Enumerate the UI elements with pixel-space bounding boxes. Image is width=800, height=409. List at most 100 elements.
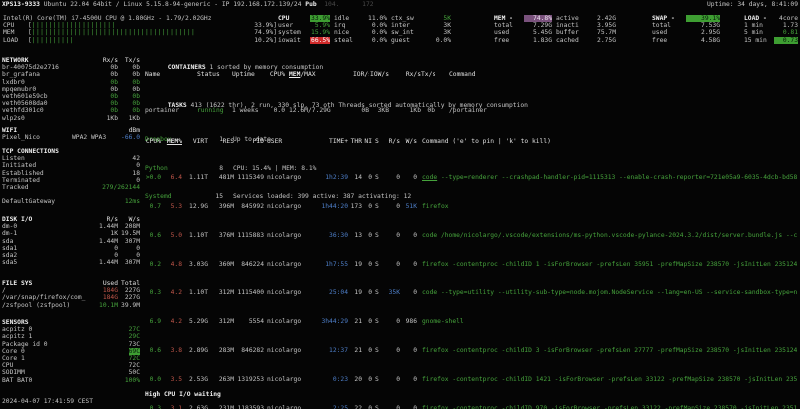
rx-text: 0b	[110, 93, 118, 100]
bar-percent-value: 33.9%	[254, 22, 273, 29]
tx-text: 0b	[132, 86, 140, 93]
disk-header: DISK I/O R/s W/s	[2, 216, 140, 223]
quicklook-panel: Intel(R) Core(TM) i7-4500U CPU @ 1.80GHz…	[3, 15, 277, 44]
sensors-title: SENSORS	[2, 319, 140, 326]
process-row: 0.6 3.8 2.89G 283M 846282 nicolargo 12:3…	[145, 347, 800, 354]
sensor-value: 69C	[94, 348, 140, 355]
rx-text: 0b	[110, 64, 118, 71]
col-tx: Tx/s	[421, 71, 435, 78]
uptime: Uptime: 34 days, 8:41:09	[707, 1, 798, 8]
rx-value: 0b	[90, 100, 118, 107]
cpu-model: Intel(R) Core(TM) i7-4500U CPU @ 1.80GHz…	[3, 15, 277, 22]
load-row: 15 min 0.73	[744, 37, 798, 44]
fs-used: 10.1M	[88, 302, 118, 309]
proc-nice: 0	[363, 232, 372, 239]
disk-row: dm-1 1K 19.5M	[2, 230, 140, 237]
proc-write: 0	[401, 347, 417, 354]
proc-user: nicolargo	[265, 261, 309, 268]
sensor-label: SODIMM	[2, 369, 94, 376]
sensor-label: Core 0	[2, 348, 94, 355]
tx-value: 0b	[118, 100, 140, 107]
quicklook-bars: CPU[||||||||||||||||||||33.9%] MEM[|||||…	[3, 22, 277, 44]
proc-virt: 3.03G	[183, 261, 208, 268]
proc-res: 283M	[209, 347, 234, 354]
public-ip-label: Pub	[305, 1, 316, 8]
tcp-value: 279/262144	[94, 184, 140, 191]
tcp-value: 18	[94, 170, 140, 177]
proc-pid: 845992	[235, 203, 264, 210]
fs-used-text: 184G	[103, 294, 118, 301]
cpu-stats-row: iowait 66.5% steal 0.0% guest 0.0%	[278, 37, 451, 44]
stat-label: idle	[334, 15, 361, 22]
proc-time: 1h44:20	[310, 203, 348, 210]
tx-text: 0b	[132, 79, 140, 86]
disk-rows: dm-0 1.44M 208M dm-1 1K 19.5M sda 1.44M …	[2, 223, 140, 266]
proc-command: code --type=utility --utility-sub-type=n…	[418, 289, 800, 296]
sensor-row: acpitz 0 27C	[2, 326, 140, 333]
proc-command-text: code /home/nicolargo/.vscode/extensions/…	[422, 232, 797, 239]
bar-label: MEM	[3, 29, 28, 36]
network-row: wlp2s0 1Kb 1Kb	[2, 115, 140, 122]
sensor-value-text: 73C	[129, 341, 140, 348]
network-row: vethfd301c0 0b 0b	[2, 107, 140, 114]
col-name: Name	[145, 71, 197, 78]
proc-nice: 0	[363, 174, 372, 181]
sensor-row: Core 0 69C	[2, 348, 140, 355]
proc-threads: 173	[349, 203, 362, 210]
stat-value: 33.9%	[310, 15, 330, 22]
disk-read: 0	[90, 245, 118, 252]
sensor-value: 100%	[94, 377, 140, 384]
tx-text: 0b	[132, 100, 140, 107]
network-row: mpqemubr0 0b 0b	[2, 86, 140, 93]
stat-value: 0.0%	[365, 29, 387, 36]
rx-text: 0b	[110, 79, 118, 86]
tcp-value: 0	[94, 162, 140, 169]
stat-label: LOAD -	[744, 15, 772, 22]
stat-value: 7.53G	[686, 22, 720, 29]
col-rx: Rx/s	[389, 71, 421, 78]
rx-text: 0b	[110, 107, 118, 114]
sensor-label: Package id 0	[2, 341, 94, 348]
sensor-value-text: 29C	[129, 333, 140, 340]
process-row: 0.3 4.2 1.10T 312M 1115400 nicolargo 25:…	[145, 289, 800, 296]
proc-user: nicolargo	[265, 347, 309, 354]
glances-terminal-window[interactable]: XPS13-9333 Ubuntu 22.04 64bit / Linux 5.…	[0, 0, 800, 409]
tx-value: 1Kb	[118, 115, 140, 122]
sensor-row: Package id 0 73C	[2, 341, 140, 348]
bar-percent: 10.2%]	[241, 37, 277, 44]
filesystem-panel: FILE SYS Used Total / 184G 227G /var/sna…	[2, 280, 140, 309]
proc-nice: 0	[363, 261, 372, 268]
col-command: Command	[435, 71, 800, 78]
proc-user: nicolargo	[265, 174, 309, 181]
disk-write: 19.5M	[118, 230, 140, 237]
stat-value: 4core	[774, 15, 798, 22]
stat-value: 2.42G	[588, 15, 616, 22]
tcp-title: TCP CONNECTIONS	[2, 148, 140, 155]
proc-state: S	[373, 232, 381, 239]
stat-value: 1.83G	[524, 37, 552, 44]
tcp-value-text: 0	[136, 177, 140, 184]
sensor-value: 73C	[94, 341, 140, 348]
stat-value: 3K	[425, 22, 451, 29]
stat-label: sw_int	[391, 29, 421, 36]
network-panel: NETWORK Rx/s Tx/s br-40075d2e2716 0b 0b …	[2, 57, 140, 122]
sensor-value: 50C	[94, 369, 140, 376]
proc-time: 3h44:29	[310, 318, 348, 325]
stat-label: inacti	[556, 22, 584, 29]
proc-res: 376M	[209, 232, 234, 239]
disk-write: 307M	[118, 238, 140, 245]
current-datetime: 2024-04-07 17:41:59 CEST	[2, 398, 93, 405]
col-mem-sort: MEM	[289, 71, 300, 78]
tcp-label: Listen	[2, 155, 94, 162]
sensor-row: acpitz 1 29C	[2, 333, 140, 340]
system-header: XPS13-9333 Ubuntu 22.04 64bit / Linux 5.…	[2, 1, 798, 8]
proc-state: S	[373, 347, 381, 354]
tcp-value: 42	[94, 155, 140, 162]
disk-read: 1K	[90, 230, 118, 237]
col-status: Status	[197, 71, 232, 78]
proc-state: S	[373, 289, 381, 296]
stat-label: user	[278, 22, 306, 29]
stat-value: 0.0%	[365, 22, 387, 29]
wifi-panel: WIFI dBm Pixel_Nico WPA2 WPA3 -66.0	[2, 127, 140, 141]
process-row: >0.0 6.4 1.11T 481M 1115349 nicolargo 1h…	[145, 174, 800, 181]
